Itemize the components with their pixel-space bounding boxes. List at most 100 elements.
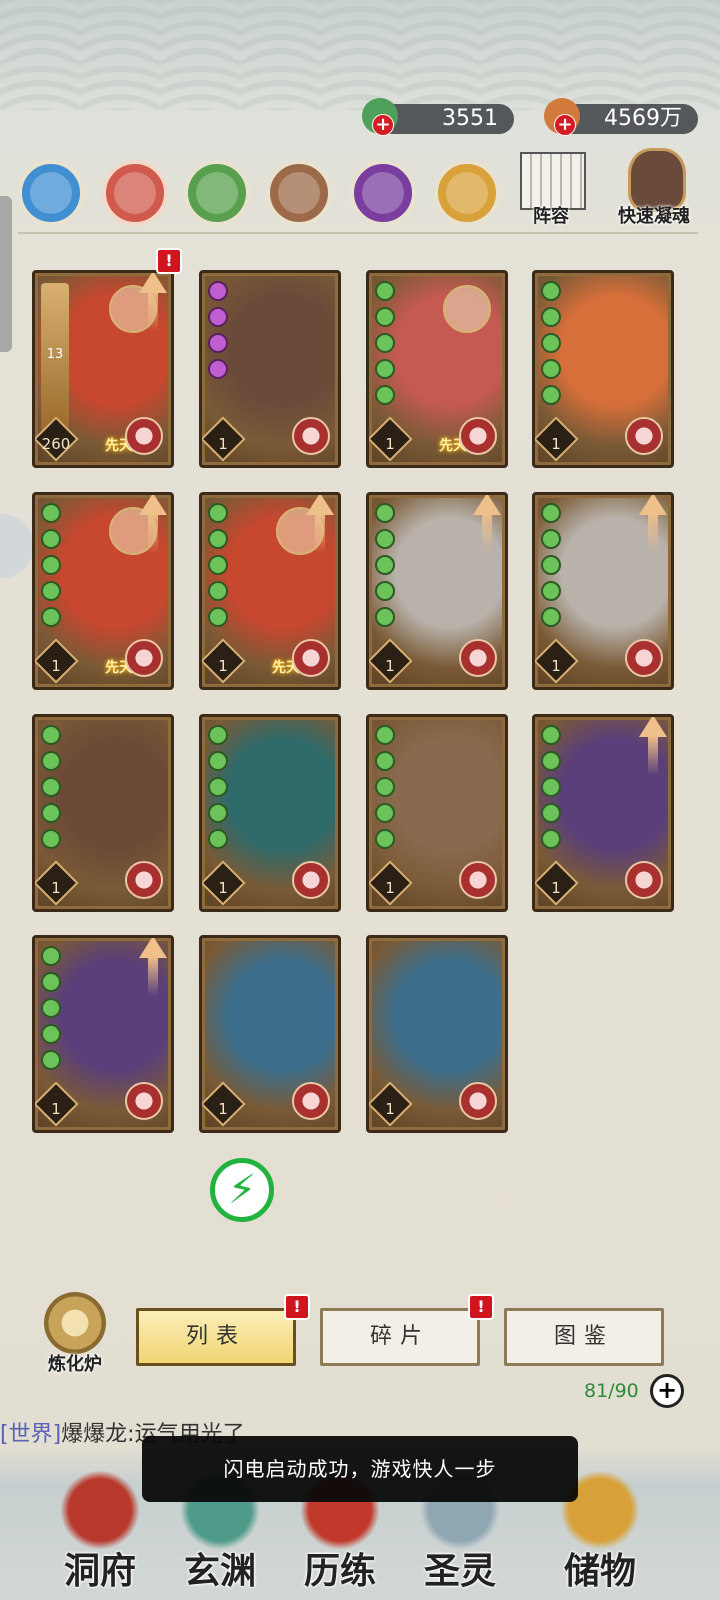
star-pip-icon — [375, 751, 395, 771]
fire-attribute-icon — [125, 417, 163, 455]
upgrade-arrow-icon — [306, 495, 334, 515]
upgrade-arrow-icon — [639, 495, 667, 515]
star-pips — [375, 503, 399, 633]
tab-alert-icon: ! — [468, 1294, 494, 1320]
star-pips — [41, 503, 65, 633]
star-pip-icon — [375, 725, 395, 745]
header-pattern — [0, 0, 720, 110]
star-pip-icon — [41, 581, 61, 601]
hero-card[interactable]: 13 260 先天 — [32, 270, 174, 468]
fire-attribute-icon — [125, 1082, 163, 1120]
star-pip-icon — [541, 333, 561, 353]
upgrade-arrow-icon — [139, 495, 167, 515]
nav-label: 玄渊 — [183, 1550, 256, 1592]
refining-furnace-button[interactable]: 炼化炉 — [30, 1292, 120, 1376]
star-pips — [541, 725, 565, 855]
hero-card[interactable]: 1 — [532, 492, 674, 690]
wood-element-icon[interactable] — [184, 160, 250, 226]
jade-value: 3551 — [442, 106, 498, 131]
add-gold-icon[interactable]: + — [554, 114, 576, 136]
star-pip-icon — [375, 529, 395, 549]
nav-label: 圣灵 — [423, 1550, 496, 1592]
fire-attribute-icon — [625, 639, 663, 677]
upgrade-arrow-stem — [148, 956, 158, 996]
star-pip-icon — [41, 751, 61, 771]
hero-card[interactable]: 1 — [199, 714, 341, 912]
star-pip-icon — [208, 555, 228, 575]
star-pip-icon — [541, 777, 561, 797]
hero-card[interactable]: 1 — [532, 714, 674, 912]
tab-0[interactable]: 列表 — [136, 1308, 296, 1366]
hero-card[interactable]: 1 — [32, 714, 174, 912]
lock-icon[interactable] — [443, 285, 491, 333]
gold-counter[interactable]: + 4569万 — [544, 98, 698, 136]
star-pip-icon — [208, 503, 228, 523]
toast-message: 闪电启动成功，游戏快人一步 — [142, 1436, 578, 1502]
quick-condense-label: 快速凝魂 — [618, 206, 690, 227]
hero-card[interactable]: 1 — [366, 714, 508, 912]
light-element-icon[interactable] — [434, 160, 500, 226]
fire-attribute-icon — [459, 861, 497, 899]
side-expand-arrow[interactable] — [0, 514, 34, 578]
hero-level: 1 — [218, 657, 228, 675]
star-pips — [41, 946, 65, 1076]
star-pip-icon — [375, 385, 395, 405]
gold-value: 4569万 — [604, 106, 682, 131]
upgrade-arrow-icon — [639, 717, 667, 737]
dark-element-icon[interactable] — [350, 160, 416, 226]
star-pip-icon — [208, 281, 228, 301]
hero-card[interactable]: 1 — [532, 270, 674, 468]
upgrade-arrow-icon — [139, 938, 167, 958]
nav-label: 洞府 — [63, 1550, 136, 1592]
star-pip-icon — [41, 777, 61, 797]
star-pip-icon — [41, 555, 61, 575]
star-pip-icon — [541, 359, 561, 379]
earth-element-icon[interactable] — [266, 160, 332, 226]
hero-card[interactable]: 1 — [199, 935, 341, 1133]
upgrade-arrow-stem — [648, 513, 658, 553]
fire-attribute-icon — [459, 1082, 497, 1120]
lightning-boost-icon[interactable]: ⚡ — [210, 1158, 274, 1222]
tab-1[interactable]: 碎片 — [320, 1308, 480, 1366]
star-pips — [375, 281, 399, 411]
star-pip-icon — [375, 829, 395, 849]
upgrade-arrow-stem — [482, 513, 492, 553]
star-pip-icon — [208, 581, 228, 601]
star-pip-icon — [541, 751, 561, 771]
star-pip-icon — [541, 529, 561, 549]
hero-card[interactable]: 1 先天 — [366, 270, 508, 468]
formation-button[interactable]: 阵容 — [506, 148, 596, 228]
star-pips — [375, 725, 399, 855]
star-pip-icon — [541, 803, 561, 823]
add-jade-icon[interactable]: + — [372, 114, 394, 136]
star-pips — [541, 281, 565, 411]
fire-attribute-icon — [292, 639, 330, 677]
water-element-icon[interactable] — [18, 160, 84, 226]
jade-counter[interactable]: + 3551 — [362, 98, 514, 136]
quick-condense-button[interactable]: 快速凝魂 — [606, 148, 702, 228]
hero-card[interactable]: 1 — [366, 935, 508, 1133]
hero-card[interactable]: 1 先天 — [32, 492, 174, 690]
star-pip-icon — [208, 777, 228, 797]
hero-card[interactable]: 1 — [199, 270, 341, 468]
expand-capacity-button[interactable]: + — [650, 1374, 684, 1408]
hero-level: 1 — [385, 1100, 395, 1118]
hero-card[interactable]: 1 — [32, 935, 174, 1133]
chat-channel: [世界] — [0, 1422, 62, 1447]
star-pip-icon — [41, 803, 61, 823]
star-pip-icon — [541, 607, 561, 627]
side-tab[interactable] — [0, 196, 12, 352]
hero-card[interactable]: 1 先天 — [199, 492, 341, 690]
fire-attribute-icon — [459, 639, 497, 677]
star-pip-icon — [375, 359, 395, 379]
star-pip-icon — [541, 581, 561, 601]
upgrade-arrow-stem — [315, 513, 325, 553]
fire-attribute-icon — [125, 861, 163, 899]
hero-card[interactable]: 1 — [366, 492, 508, 690]
star-pip-icon — [208, 607, 228, 627]
star-pip-icon — [41, 1050, 61, 1070]
divider — [18, 232, 698, 234]
upgrade-arrow-icon — [139, 273, 167, 293]
tab-2[interactable]: 图鉴 — [504, 1308, 664, 1366]
fire-element-icon[interactable] — [102, 160, 168, 226]
